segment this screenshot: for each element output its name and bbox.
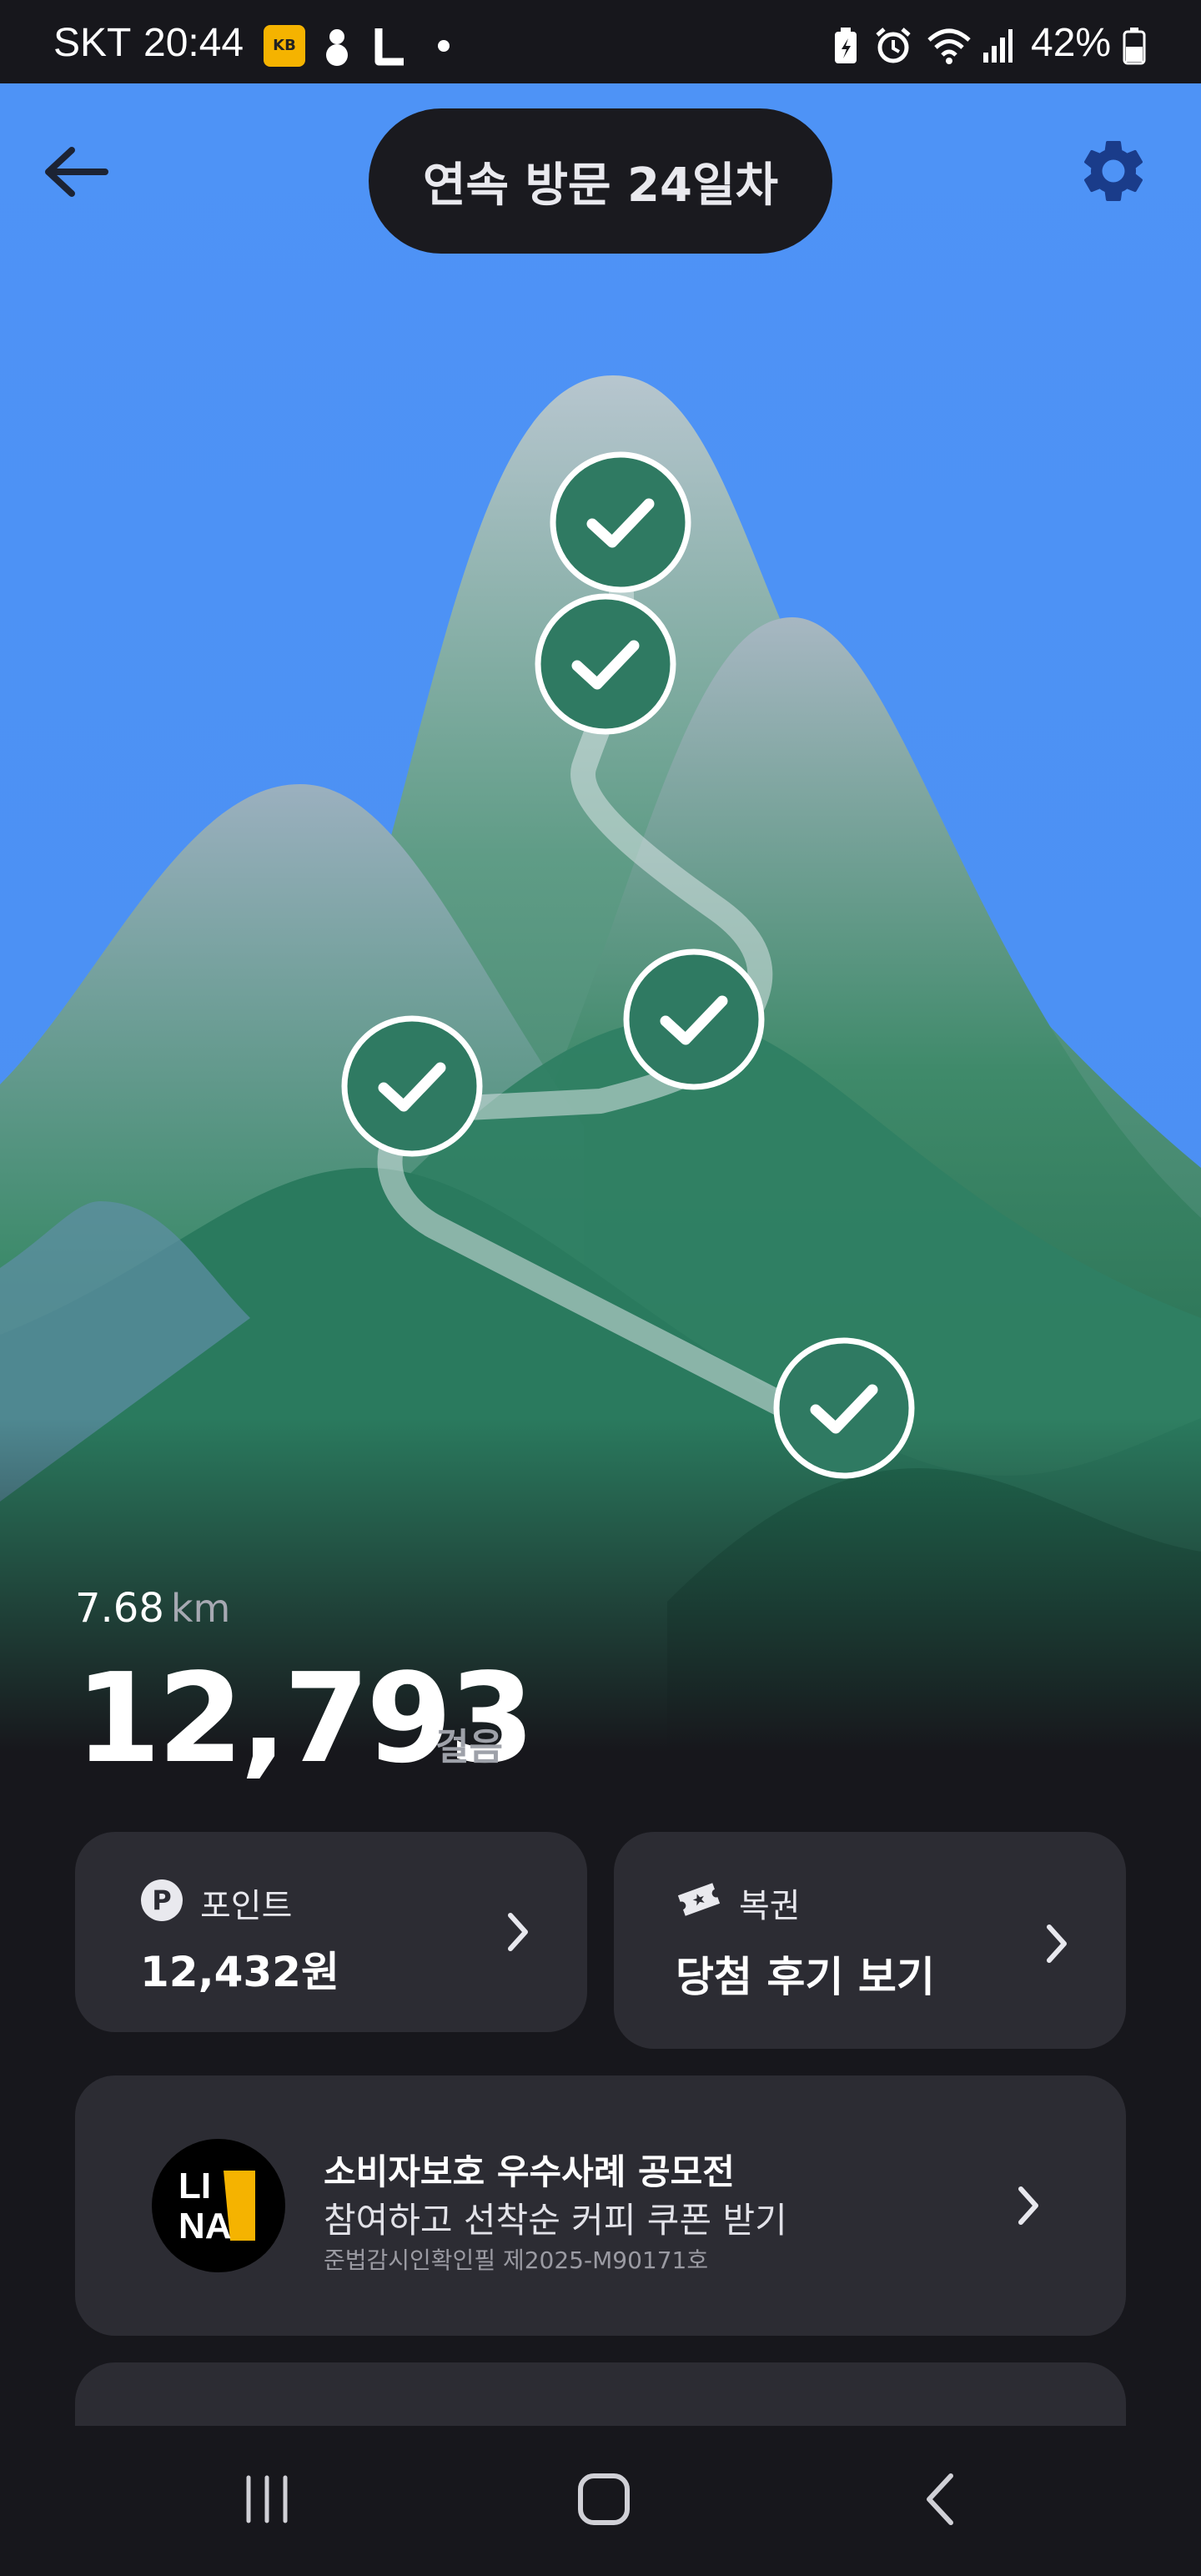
checkpoint-check-icon	[622, 948, 766, 1091]
snowman-icon	[317, 25, 357, 67]
signal-icon	[981, 25, 1014, 67]
checkpoint-check-icon	[534, 592, 677, 736]
lina-logo: LI NA	[152, 2139, 285, 2272]
back-button[interactable]	[37, 133, 120, 217]
compliance-note: 준법감시인확인필 제2025-M90171호	[324, 2246, 709, 2274]
contest-subtitle: 참여하고 선착순 커피 쿠폰 받기	[324, 2200, 787, 2241]
contest-title: 소비자보호 우수사례 공모전	[324, 2151, 735, 2192]
contest-banner[interactable]: LI NA 소비자보호 우수사례 공모전 참여하고 선착순 커피 쿠폰 받기 준…	[75, 2075, 1126, 2336]
chevron-right-icon	[1018, 2186, 1038, 2225]
dot-icon	[435, 25, 452, 67]
checkpoint-check-icon	[772, 1336, 916, 1480]
home-icon	[578, 2473, 630, 2525]
system-nav-bar	[0, 2426, 1201, 2576]
battery-icon	[1121, 25, 1148, 67]
step-unit: 걸음	[435, 1726, 503, 1768]
settings-button[interactable]	[1076, 133, 1151, 209]
lottery-card[interactable]: 복권 당첨 후기 보기	[614, 1832, 1126, 2049]
battery-saver-icon	[831, 25, 861, 67]
chevron-right-icon	[1047, 1924, 1067, 1963]
home-button[interactable]	[572, 2468, 636, 2531]
lottery-link-text: 당첨 후기 보기	[676, 1953, 935, 2001]
recent-apps-button[interactable]	[237, 2469, 297, 2529]
points-card[interactable]: P 포인트 12,432원	[75, 1832, 587, 2032]
alarm-icon	[872, 25, 914, 67]
ticket-icon	[676, 1879, 722, 1920]
battery-percent: 42%	[1031, 21, 1112, 65]
svg-text:KB: KB	[273, 37, 296, 54]
back-nav-button[interactable]	[917, 2469, 967, 2529]
clock: 20:44	[143, 21, 244, 65]
hero-mountain-scene	[0, 83, 1201, 1752]
distance-value: 7.68	[75, 1585, 164, 1632]
points-label: 포인트	[200, 1887, 293, 1925]
checkpoint-check-icon	[340, 1014, 484, 1158]
distance-readout: 7.68 km	[75, 1585, 230, 1632]
checkpoint-check-icon	[549, 450, 692, 594]
logo-text-bottom: NA	[178, 2206, 232, 2246]
lottery-label: 복권	[739, 1887, 801, 1925]
recent-apps-icon	[246, 2475, 288, 2523]
wifi-icon	[924, 25, 974, 67]
distance-unit: km	[170, 1586, 231, 1631]
l-app-icon	[372, 25, 409, 67]
back-arrow-icon	[45, 147, 108, 197]
gear-icon	[1083, 140, 1143, 201]
kb-app-icon: KB	[262, 25, 307, 67]
status-bar: SKT 20:44 KB 42%	[0, 0, 1201, 83]
logo-text-top: LI	[178, 2166, 212, 2206]
carrier-label: SKT	[53, 21, 132, 65]
chevron-right-icon	[508, 1913, 528, 1951]
point-p-icon: P	[140, 1879, 183, 1922]
points-value: 12,432원	[140, 1948, 339, 1996]
svg-text:P: P	[152, 1884, 171, 1916]
streak-badge: 연속 방문 24일차	[369, 108, 832, 254]
back-nav-icon	[927, 2473, 953, 2525]
